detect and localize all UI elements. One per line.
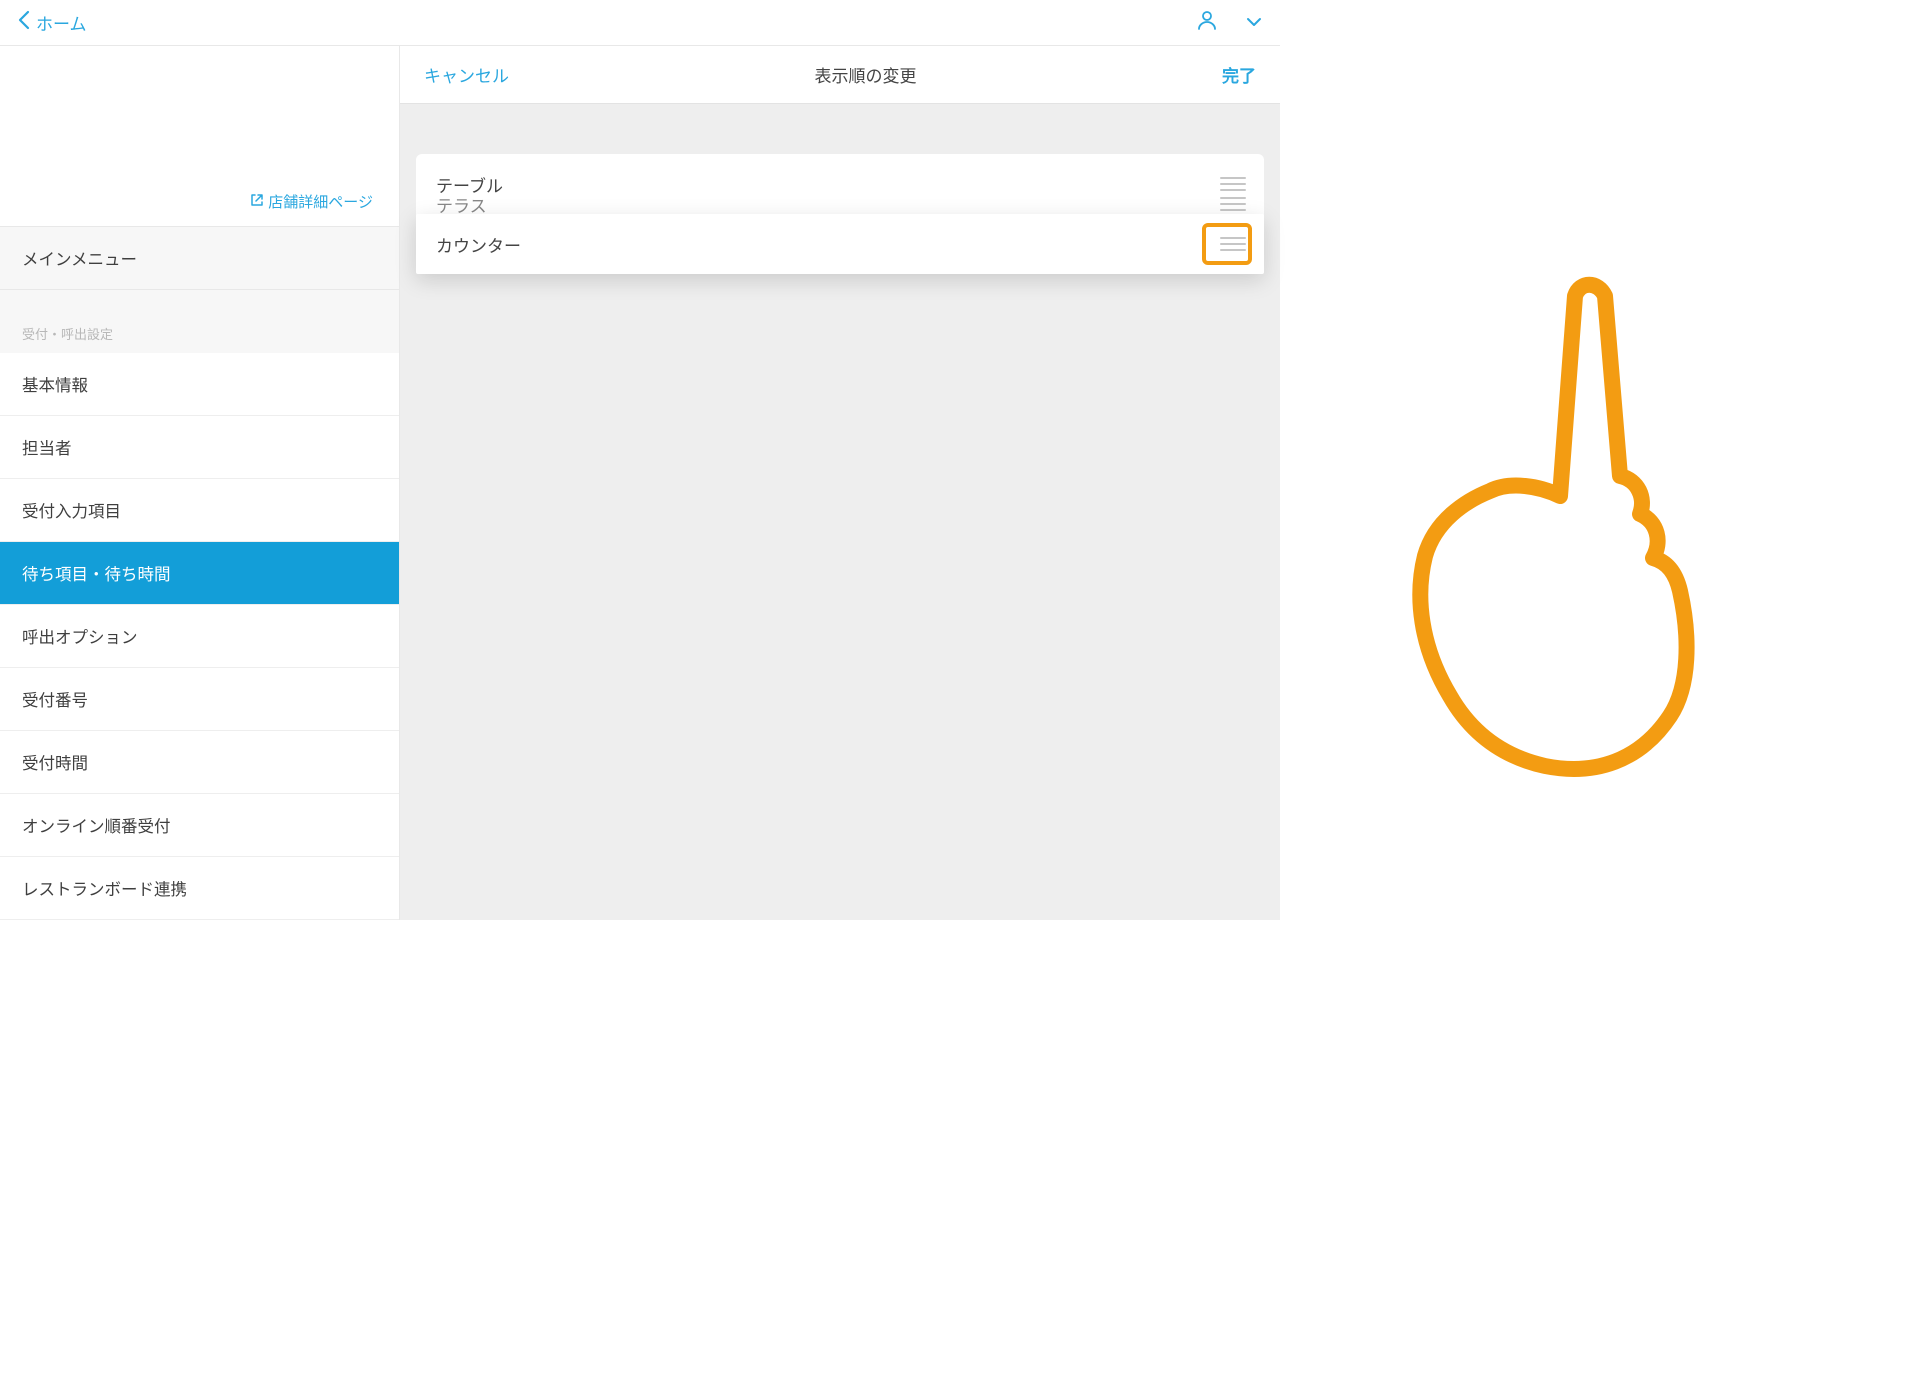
top-bar: ホーム xyxy=(0,0,1280,46)
sidebar-header-area: 店舗詳細ページ xyxy=(0,46,399,227)
chevron-left-icon xyxy=(18,10,30,35)
user-icon[interactable] xyxy=(1196,9,1218,36)
sidebar: 店舗詳細ページ メインメニュー 受付・呼出設定 基本情報 担当者 受付入力項目 … xyxy=(0,46,400,920)
back-button[interactable]: ホーム xyxy=(18,10,87,35)
external-link-icon xyxy=(250,193,264,211)
sidebar-item-wait-settings[interactable]: 待ち項目・待ち時間 xyxy=(0,542,399,605)
sidebar-main-menu[interactable]: メインメニュー xyxy=(0,227,399,290)
sidebar-item-basic-info[interactable]: 基本情報 xyxy=(0,353,399,416)
reorder-list: テーブル テラス カウンター xyxy=(416,154,1264,294)
store-detail-label: 店舗詳細ページ xyxy=(268,191,373,212)
detail-pane: キャンセル 表示順の変更 完了 テーブル テラス カウンター xyxy=(400,46,1280,920)
cancel-button[interactable]: キャンセル xyxy=(424,62,509,87)
detail-header: キャンセル 表示順の変更 完了 xyxy=(400,46,1280,104)
sidebar-item-call-options[interactable]: 呼出オプション xyxy=(0,605,399,668)
tutorial-hand-icon xyxy=(1380,266,1700,786)
sidebar-item-staff[interactable]: 担当者 xyxy=(0,416,399,479)
sidebar-item-online-queue[interactable]: オンライン順番受付 xyxy=(0,794,399,857)
drag-handle-icon[interactable] xyxy=(1220,177,1246,191)
sidebar-item-restaurant-board[interactable]: レストランボード連携 xyxy=(0,857,399,920)
sidebar-item-reception-number[interactable]: 受付番号 xyxy=(0,668,399,731)
sidebar-item-reception-hours[interactable]: 受付時間 xyxy=(0,731,399,794)
list-item-dragging[interactable]: カウンター xyxy=(416,214,1264,274)
detail-title: 表示順の変更 xyxy=(815,62,917,87)
done-button[interactable]: 完了 xyxy=(1222,62,1256,87)
back-label: ホーム xyxy=(36,10,87,35)
list-item-label: カウンター xyxy=(436,232,521,257)
list-item-label: テラス xyxy=(436,192,487,217)
sidebar-item-input-fields[interactable]: 受付入力項目 xyxy=(0,479,399,542)
chevron-down-icon[interactable] xyxy=(1246,14,1262,32)
sidebar-section-label: 受付・呼出設定 xyxy=(0,290,399,353)
store-detail-link[interactable]: 店舗詳細ページ xyxy=(250,191,373,212)
drag-handle-icon[interactable] xyxy=(1220,237,1246,251)
drag-handle-icon[interactable] xyxy=(1220,197,1246,211)
